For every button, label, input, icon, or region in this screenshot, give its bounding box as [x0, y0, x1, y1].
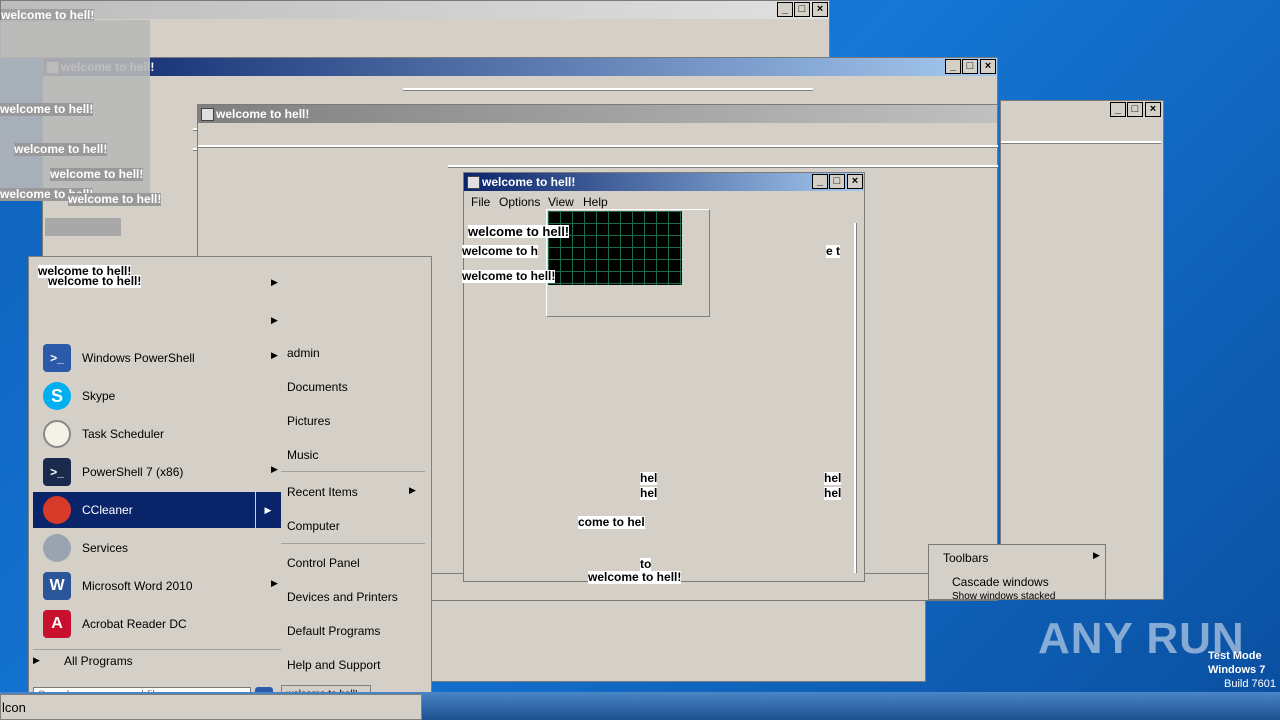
submenu-arrow: ▶: [271, 277, 278, 287]
close-button[interactable]: ×: [1145, 102, 1161, 117]
glitch-text: welcome to hell!: [588, 570, 682, 584]
link-default-programs[interactable]: Default Programs: [287, 624, 380, 638]
window-icon: [467, 176, 480, 189]
glitch-text: welcome to hell!: [68, 192, 162, 206]
taskbar-glitch-window: [0, 694, 422, 720]
program-task-scheduler[interactable]: Task Scheduler: [33, 416, 281, 452]
ccleaner-submenu-button[interactable]: ▶: [255, 492, 280, 528]
link-admin[interactable]: admin: [287, 346, 320, 360]
all-programs-arrow: ▶: [33, 655, 40, 665]
glitch-text: hel: [640, 471, 658, 485]
divider: [403, 88, 813, 91]
maximize-button[interactable]: □: [794, 2, 810, 17]
watermark-line1: Test Mode: [1208, 650, 1262, 662]
link-documents[interactable]: Documents: [287, 380, 348, 394]
word-icon: W: [43, 572, 71, 600]
title-bar[interactable]: welcome to hell! _ □ ×: [464, 173, 864, 191]
menu-toolbars[interactable]: Toolbars: [943, 551, 988, 565]
divider: [33, 649, 281, 650]
window-title: welcome to hell!: [216, 107, 310, 121]
menu-help[interactable]: Help: [583, 195, 608, 209]
program-powershell7[interactable]: >_ PowerShell 7 (x86) ▶: [33, 454, 281, 490]
program-skype[interactable]: S Skype: [33, 378, 281, 414]
glitch-text: hel: [824, 486, 842, 500]
background-window-right: _ □ ×: [1000, 100, 1164, 600]
divider: [448, 165, 998, 168]
title-bar[interactable]: welcome to hell!: [198, 105, 997, 123]
powershell7-icon: >_: [43, 458, 71, 486]
menu-file[interactable]: File: [471, 195, 490, 209]
glitch-text: welcome to hell!: [50, 167, 144, 181]
glitch-text: e t: [826, 244, 841, 258]
powershell-icon: >_: [43, 344, 71, 372]
scrollbar[interactable]: [854, 223, 857, 573]
window-icon: [201, 108, 214, 121]
menu-cascade[interactable]: Cascade windows: [952, 575, 1049, 589]
skype-icon: S: [43, 382, 71, 410]
glitch-text: come to hel: [578, 515, 645, 529]
program-services[interactable]: Services: [33, 530, 281, 566]
minimize-button[interactable]: _: [812, 174, 828, 189]
menu-stacked[interactable]: Show windows stacked: [952, 591, 1055, 600]
program-powershell[interactable]: >_ Windows PowerShell ▶: [33, 340, 281, 376]
ccleaner-icon: [43, 496, 71, 524]
glitch-text: welcome to hell!: [14, 142, 108, 156]
link-music[interactable]: Music: [287, 448, 318, 462]
window-title: welcome to hell!: [482, 175, 576, 189]
link-computer[interactable]: Computer: [287, 519, 340, 533]
title-bar[interactable]: welcome to hell! _ □ ×: [43, 58, 997, 76]
link-pictures[interactable]: Pictures: [287, 414, 330, 428]
submenu-arrow: ▶: [271, 315, 278, 325]
all-programs[interactable]: All Programs: [64, 654, 133, 668]
divider: [281, 471, 425, 472]
submenu-arrow: ▶: [271, 578, 278, 588]
program-word[interactable]: W Microsoft Word 2010 ▶: [33, 568, 281, 604]
glitch-text: welcome to h: [462, 244, 539, 258]
glitch-text: welcome to hell!: [468, 224, 570, 239]
taskbar-text: lcon: [2, 700, 26, 715]
minimize-button[interactable]: _: [1110, 102, 1126, 117]
maximize-button[interactable]: □: [829, 174, 845, 189]
watermark-line2: Windows 7: [1208, 664, 1266, 676]
grid-border: [546, 209, 710, 317]
start-menu: welcome to hell! welcome to hell! ▶ ▶ >_…: [28, 256, 432, 716]
maximize-button[interactable]: □: [1127, 102, 1143, 117]
glitch-text: welcome to hell!: [462, 269, 556, 283]
program-acrobat[interactable]: A Acrobat Reader DC: [33, 606, 281, 642]
submenu-arrow: ▶: [1093, 550, 1100, 560]
submenu-arrow: ▶: [409, 485, 416, 495]
taskbar-context-menu: Toolbars ▶ Cascade windows Show windows …: [928, 544, 1106, 600]
watermark-line3: Build 7601: [1224, 678, 1276, 690]
maximize-button[interactable]: □: [962, 59, 978, 74]
clock-icon: [43, 420, 71, 448]
link-control-panel[interactable]: Control Panel: [287, 556, 360, 570]
close-button[interactable]: ×: [847, 174, 863, 189]
menu-options[interactable]: Options: [499, 195, 540, 209]
submenu-arrow: ▶: [271, 464, 278, 474]
link-devices-printers[interactable]: Devices and Printers: [287, 590, 398, 604]
glitch-text: welcome to hell!: [0, 102, 94, 116]
submenu-arrow: ▶: [271, 350, 278, 360]
program-ccleaner[interactable]: CCleaner: [33, 492, 281, 528]
divider: [281, 543, 425, 544]
divider: [198, 145, 998, 148]
glitch-text: hel: [824, 471, 842, 485]
close-button[interactable]: ×: [812, 2, 828, 17]
title-bar[interactable]: _ □ ×: [1, 1, 829, 19]
acrobat-icon: A: [43, 610, 71, 638]
minimize-button[interactable]: _: [777, 2, 793, 17]
start-menu-header: welcome to hell!: [48, 274, 142, 288]
gray-block: [45, 218, 121, 236]
glitch-text: hel: [640, 486, 658, 500]
link-help-support[interactable]: Help and Support: [287, 658, 380, 672]
link-recent-items[interactable]: Recent Items: [287, 485, 358, 499]
minimize-button[interactable]: _: [945, 59, 961, 74]
menu-view[interactable]: View: [548, 195, 574, 209]
title-bar[interactable]: _ □ ×: [1001, 101, 1163, 119]
divider: [1001, 141, 1161, 144]
gears-icon: [43, 534, 71, 562]
close-button[interactable]: ×: [980, 59, 996, 74]
